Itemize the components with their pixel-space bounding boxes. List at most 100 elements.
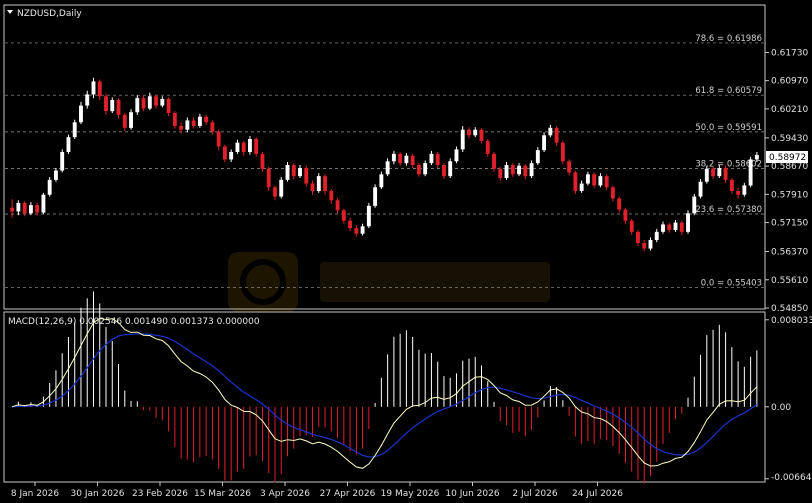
candle[interactable] [661, 221, 665, 234]
candle[interactable] [398, 152, 403, 166]
candle[interactable] [673, 219, 678, 232]
candle[interactable] [585, 171, 590, 186]
candle[interactable] [736, 188, 741, 199]
candle[interactable] [160, 96, 165, 108]
candle[interactable] [654, 228, 659, 243]
candle[interactable] [329, 189, 334, 204]
candle[interactable] [141, 95, 146, 112]
candle[interactable] [510, 163, 515, 177]
candle[interactable] [679, 220, 684, 235]
candle[interactable] [197, 113, 202, 128]
candle[interactable] [435, 152, 440, 168]
candle[interactable] [241, 140, 246, 156]
candle[interactable] [41, 192, 46, 215]
candle[interactable] [279, 176, 284, 199]
candle[interactable] [479, 127, 484, 144]
candle[interactable] [379, 171, 384, 190]
candle[interactable] [91, 77, 96, 99]
candle[interactable] [442, 163, 446, 180]
candle[interactable] [498, 166, 503, 181]
candle[interactable] [636, 230, 640, 246]
candle[interactable] [523, 164, 528, 180]
candle[interactable] [341, 208, 346, 224]
candle[interactable] [104, 93, 108, 115]
candle[interactable] [642, 240, 647, 252]
candle[interactable] [323, 174, 327, 195]
candle[interactable] [66, 134, 71, 154]
candle[interactable] [79, 101, 83, 125]
candle[interactable] [592, 172, 597, 189]
candle[interactable] [579, 180, 584, 193]
candle[interactable] [604, 174, 609, 191]
candle[interactable] [204, 114, 209, 125]
candle[interactable] [404, 153, 409, 166]
candle[interactable] [72, 119, 77, 139]
candle[interactable] [667, 222, 672, 233]
candle[interactable] [129, 109, 133, 130]
candle[interactable] [254, 137, 259, 157]
candle[interactable] [567, 159, 572, 176]
candle[interactable] [429, 150, 434, 165]
candle[interactable] [166, 97, 171, 116]
candle[interactable] [154, 94, 159, 109]
candle[interactable] [391, 150, 396, 165]
candle[interactable] [304, 165, 309, 187]
candle[interactable] [554, 126, 559, 146]
candle[interactable] [692, 193, 697, 216]
candle[interactable] [467, 127, 471, 139]
candle[interactable] [273, 185, 277, 201]
candle[interactable] [291, 163, 296, 180]
candle[interactable] [610, 185, 615, 202]
candle[interactable] [648, 237, 653, 251]
candle[interactable] [316, 173, 321, 193]
candle[interactable] [191, 117, 196, 129]
candle[interactable] [285, 162, 290, 182]
candle[interactable] [748, 156, 753, 188]
candle[interactable] [248, 136, 252, 155]
candle[interactable] [122, 113, 127, 131]
candle[interactable] [573, 170, 578, 194]
candle[interactable] [366, 202, 371, 229]
candle[interactable] [385, 158, 390, 177]
candle[interactable] [629, 218, 634, 235]
candle[interactable] [60, 149, 65, 173]
candle[interactable] [598, 173, 603, 188]
candle[interactable] [560, 140, 565, 165]
candle[interactable] [116, 98, 121, 119]
candle[interactable] [723, 165, 728, 183]
candle[interactable] [698, 179, 703, 199]
candle[interactable] [172, 111, 177, 129]
candle[interactable] [729, 178, 734, 194]
candle[interactable] [16, 200, 21, 216]
candle[interactable] [360, 223, 365, 236]
candle[interactable] [354, 225, 359, 237]
candle[interactable] [623, 207, 628, 224]
candle[interactable] [97, 79, 102, 100]
candle[interactable] [485, 139, 490, 157]
candle[interactable] [210, 120, 215, 135]
candle[interactable] [335, 197, 340, 214]
candle[interactable] [416, 163, 421, 177]
candle[interactable] [235, 139, 240, 154]
candle[interactable] [548, 124, 553, 138]
candle[interactable] [298, 165, 302, 178]
candle[interactable] [542, 132, 547, 152]
candle[interactable] [53, 167, 58, 182]
candle[interactable] [373, 184, 378, 208]
candle[interactable] [310, 180, 315, 195]
candle[interactable] [535, 147, 540, 165]
candle[interactable] [529, 160, 534, 178]
chart-window[interactable]: 78.6 = 0.61986 61.8 = 0.60579 50.0 = 0.595… [0, 0, 812, 503]
candle[interactable] [617, 196, 622, 213]
candle[interactable] [454, 146, 459, 164]
candle[interactable] [410, 153, 415, 168]
candle[interactable] [423, 160, 428, 177]
candle[interactable] [47, 176, 52, 197]
candle[interactable] [460, 126, 465, 152]
candle[interactable] [222, 144, 227, 163]
candle[interactable] [348, 217, 353, 232]
candle[interactable] [448, 158, 453, 178]
candle[interactable] [266, 166, 271, 191]
price-chart[interactable]: 78.6 = 0.61986 61.8 = 0.60579 50.0 = 0.595… [0, 0, 812, 503]
candle[interactable] [229, 149, 234, 163]
